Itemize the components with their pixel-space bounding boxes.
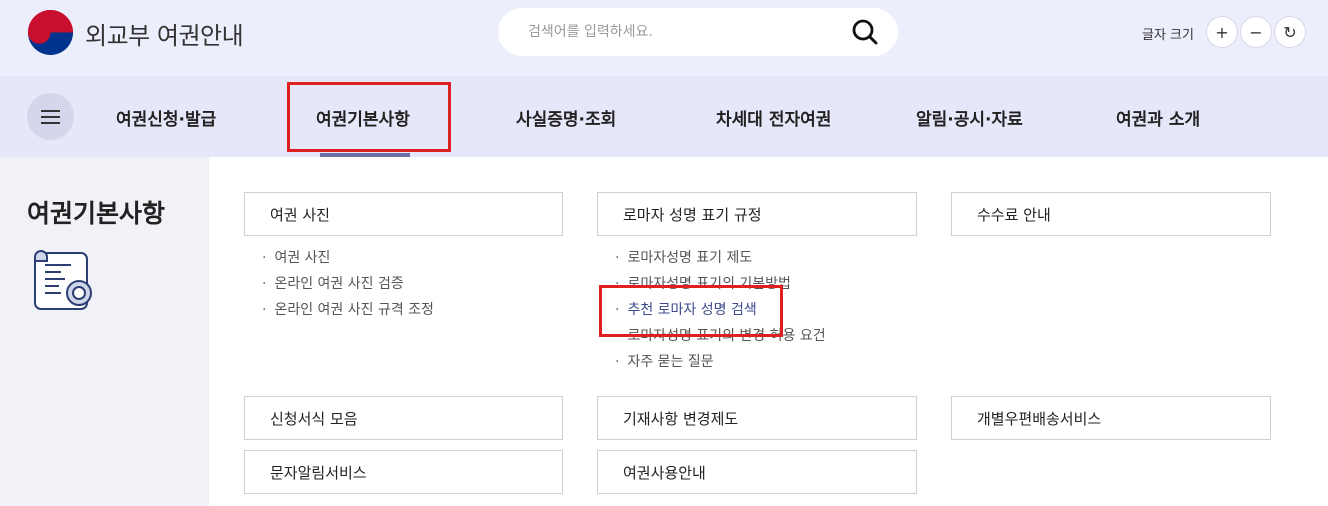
nav-item-about[interactable]: 여권과 소개: [1116, 105, 1200, 130]
sidebar-title: 여권기본사항: [27, 199, 166, 228]
list-item[interactable]: · 로마자성명 표기 제도: [615, 247, 752, 267]
search-bar: [498, 8, 898, 56]
active-nav-underline: [320, 153, 410, 157]
section-individual-mail-delivery[interactable]: 개별우편배송서비스: [951, 396, 1271, 440]
annotation-highlight-nav: [287, 82, 451, 152]
annotation-highlight-search: [599, 285, 783, 337]
list-item[interactable]: · 자주 묻는 질문: [615, 351, 714, 371]
section-application-forms[interactable]: 신청서식 모음: [244, 396, 563, 440]
nav-item-next-gen-epassport[interactable]: 차세대 전자여권: [716, 105, 831, 130]
sidebar: 여권기본사항: [0, 157, 209, 506]
search-icon[interactable]: [850, 17, 880, 47]
hamburger-menu-button[interactable]: [27, 93, 74, 140]
section-sms-notification[interactable]: 문자알림서비스: [244, 450, 563, 494]
list-item[interactable]: · 온라인 여권 사진 검증: [262, 273, 404, 293]
main-nav: 여권신청·발급 여권기본사항 사실증명·조회 차세대 전자여권 알림·공시·자료…: [0, 76, 1328, 157]
hamburger-icon: [41, 109, 60, 112]
list-item[interactable]: · 온라인 여권 사진 규격 조정: [262, 299, 434, 319]
nav-item-passport-application[interactable]: 여권신청·발급: [116, 105, 216, 130]
section-entry-change-system[interactable]: 기재사항 변경제도: [597, 396, 917, 440]
nav-item-fact-certification[interactable]: 사실증명·조회: [516, 105, 616, 130]
section-fee-guide[interactable]: 수수료 안내: [951, 192, 1271, 236]
search-input[interactable]: [528, 20, 848, 44]
font-size-increase-button[interactable]: +: [1206, 16, 1238, 48]
font-size-label: 글자 크기: [1142, 28, 1194, 43]
header: 외교부 여권안내 글자 크기 + − ↻: [0, 0, 1328, 76]
minus-icon: −: [1249, 22, 1263, 42]
list-item[interactable]: · 여권 사진: [262, 247, 330, 267]
government-emblem-logo[interactable]: [27, 9, 74, 56]
certificate-document-icon: [34, 250, 92, 310]
font-size-reset-button[interactable]: ↻: [1274, 16, 1306, 48]
nav-item-notices[interactable]: 알림·공시·자료: [916, 105, 1023, 130]
site-title[interactable]: 외교부 여권안내: [85, 16, 244, 51]
section-romanization-rules[interactable]: 로마자 성명 표기 규정: [597, 192, 917, 236]
section-passport-usage-guide[interactable]: 여권사용안내: [597, 450, 917, 494]
font-size-decrease-button[interactable]: −: [1240, 16, 1272, 48]
plus-icon: +: [1215, 22, 1229, 42]
section-passport-photo[interactable]: 여권 사진: [244, 192, 563, 236]
refresh-icon: ↻: [1283, 22, 1297, 42]
